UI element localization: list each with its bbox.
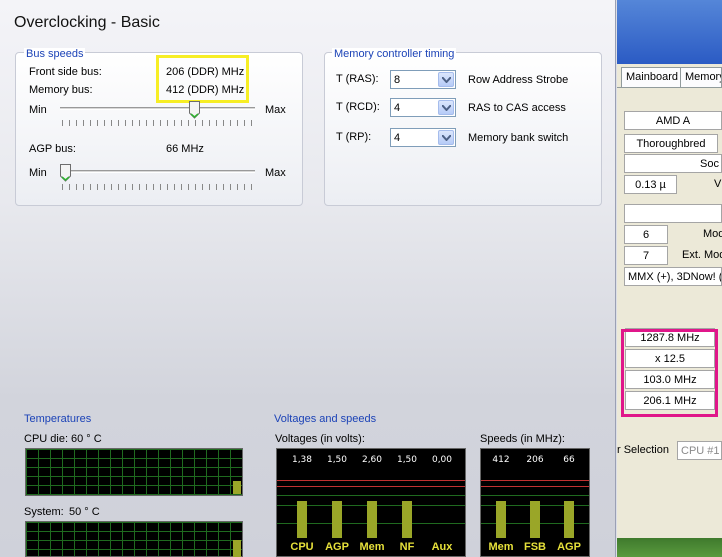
system-temp-bar: [233, 540, 241, 557]
voltage-label-aux: Aux: [431, 541, 453, 553]
system-temp-value: 50 ° C: [69, 506, 100, 518]
trcd-label: T (RCD):: [336, 101, 380, 113]
voltage-label-nf: NF: [399, 541, 415, 553]
page-title: Overclocking - Basic: [14, 14, 160, 31]
speeds-label: Speeds (in MHz):: [480, 433, 565, 445]
blank-field: [624, 204, 722, 223]
speed-line-green: [481, 495, 589, 496]
tab-divider: [617, 87, 722, 88]
speed-value-mem: 412: [492, 455, 510, 465]
bus-slider-max-label: Max: [265, 104, 286, 116]
voltage-value-nf: 1,50: [396, 455, 418, 465]
cpu-temp-graph: [25, 448, 243, 496]
ext-model-field: 7: [624, 246, 668, 265]
volt-line-red-2: [277, 486, 465, 487]
speed-bar-mem: [496, 500, 506, 538]
socket-field: Soc: [624, 154, 722, 173]
background-window: Mainboard Memory AMD A Thoroughbred Soc …: [617, 0, 722, 557]
bus-slider-track[interactable]: [60, 107, 255, 110]
speeds-graph: 412 Mem 206 FSB 66 AGP: [480, 448, 590, 557]
chevron-down-icon[interactable]: [438, 72, 454, 87]
trcd-select[interactable]: 4: [390, 98, 456, 117]
voltage-value-mem: 2,60: [361, 455, 383, 465]
voltage-label-agp: AGP: [325, 541, 349, 553]
bus-slider-min-label: Min: [29, 104, 47, 116]
fsb-label: Front side bus:: [29, 66, 102, 78]
cpu-die-label: CPU die:: [24, 433, 69, 445]
speed-bar-agp: [564, 500, 574, 538]
bus-speeds-title: Bus speeds: [24, 48, 86, 60]
voltage-bar-agp: [332, 500, 342, 538]
speed-value-fsb: 206: [526, 455, 544, 465]
volt-line-green: [277, 495, 465, 496]
tras-select[interactable]: 8: [390, 70, 456, 89]
agp-slider-track[interactable]: [60, 170, 255, 173]
instructions-field: MMX (+), 3DNow! (+: [624, 267, 722, 286]
model-field: 6: [624, 225, 668, 244]
speed-bar-fsb: [530, 500, 540, 538]
cpu-temp-bar: [233, 481, 241, 494]
tras-value: 8: [394, 74, 401, 86]
voltage-label-cpu: CPU: [290, 541, 314, 553]
bus-slider-thumb[interactable]: [188, 101, 200, 119]
speed-label-agp: AGP: [557, 541, 581, 553]
desktop-background: [617, 0, 722, 64]
memory-bus-label: Memory bus:: [29, 84, 93, 96]
trp-value: 4: [394, 132, 401, 144]
chevron-down-icon[interactable]: [438, 130, 454, 145]
speed-value-agp: 66: [563, 455, 575, 465]
voltages-label: Voltages (in volts):: [275, 433, 365, 445]
cpu-die-value: 60 ° C: [71, 433, 102, 445]
voltage-bar-mem: [367, 500, 377, 538]
speed-line-red-2: [481, 486, 589, 487]
trp-select[interactable]: 4: [390, 128, 456, 147]
agp-slider-min-label: Min: [29, 167, 47, 179]
voltage-bar-cpu: [297, 500, 307, 538]
cpu-name-field: AMD A: [624, 111, 722, 130]
system-temp-graph: [25, 521, 243, 557]
chevron-down-icon[interactable]: [438, 100, 454, 115]
agp-slider-ticks: [62, 184, 254, 190]
tab-mainboard[interactable]: Mainboard: [621, 67, 683, 87]
agp-slider-thumb[interactable]: [60, 164, 71, 182]
cpu-selection-select[interactable]: CPU #1: [677, 441, 722, 460]
bus-slider-ticks: [62, 120, 254, 126]
voltage-value-aux: 0,00: [431, 455, 453, 465]
cpu-info-window: Mainboard Memory AMD A Thoroughbred Soc …: [617, 64, 722, 538]
overclocking-panel: Overclocking - Basic Bus speeds Front si…: [0, 0, 616, 557]
selection-label: r Selection: [617, 444, 669, 456]
agp-bus-label: AGP bus:: [29, 143, 76, 155]
voltage-value-cpu: 1,38: [291, 455, 313, 465]
tras-description: Row Address Strobe: [468, 74, 569, 86]
trcd-value: 4: [394, 102, 401, 114]
voltage-value-agp: 1,50: [326, 455, 348, 465]
tras-label: T (RAS):: [336, 73, 379, 85]
voltages-speeds-title: Voltages and speeds: [274, 413, 377, 425]
memory-timing-title: Memory controller timing: [332, 48, 457, 60]
tab-memory[interactable]: Memory: [680, 67, 722, 87]
clock-highlight: [621, 329, 718, 417]
codename-field: Thoroughbred: [624, 134, 718, 153]
process-field: 0.13 µ: [624, 175, 677, 194]
system-temp-label: System:: [24, 506, 64, 518]
trp-label: T (RP):: [336, 131, 372, 143]
temperatures-title: Temperatures: [24, 413, 92, 425]
bus-speed-highlight: [156, 55, 249, 103]
agp-bus-value: 66 MHz: [166, 143, 204, 155]
agp-slider-max-label: Max: [265, 167, 286, 179]
voltage-label: V: [714, 178, 722, 190]
model-label: Mod: [703, 228, 722, 240]
voltage-label-mem: Mem: [359, 541, 385, 553]
voltages-graph: 1,38 CPU 1,50 AGP 2,60 Mem 1,50 NF 0,00 Aux: [276, 448, 466, 557]
speed-line-red: [481, 480, 589, 481]
ext-model-label: Ext. Mod: [682, 249, 722, 261]
desktop-background-bottom: [617, 538, 722, 557]
volt-line-red: [277, 480, 465, 481]
trp-description: Memory bank switch: [468, 132, 569, 144]
voltage-bar-nf: [402, 500, 412, 538]
trcd-description: RAS to CAS access: [468, 102, 566, 114]
